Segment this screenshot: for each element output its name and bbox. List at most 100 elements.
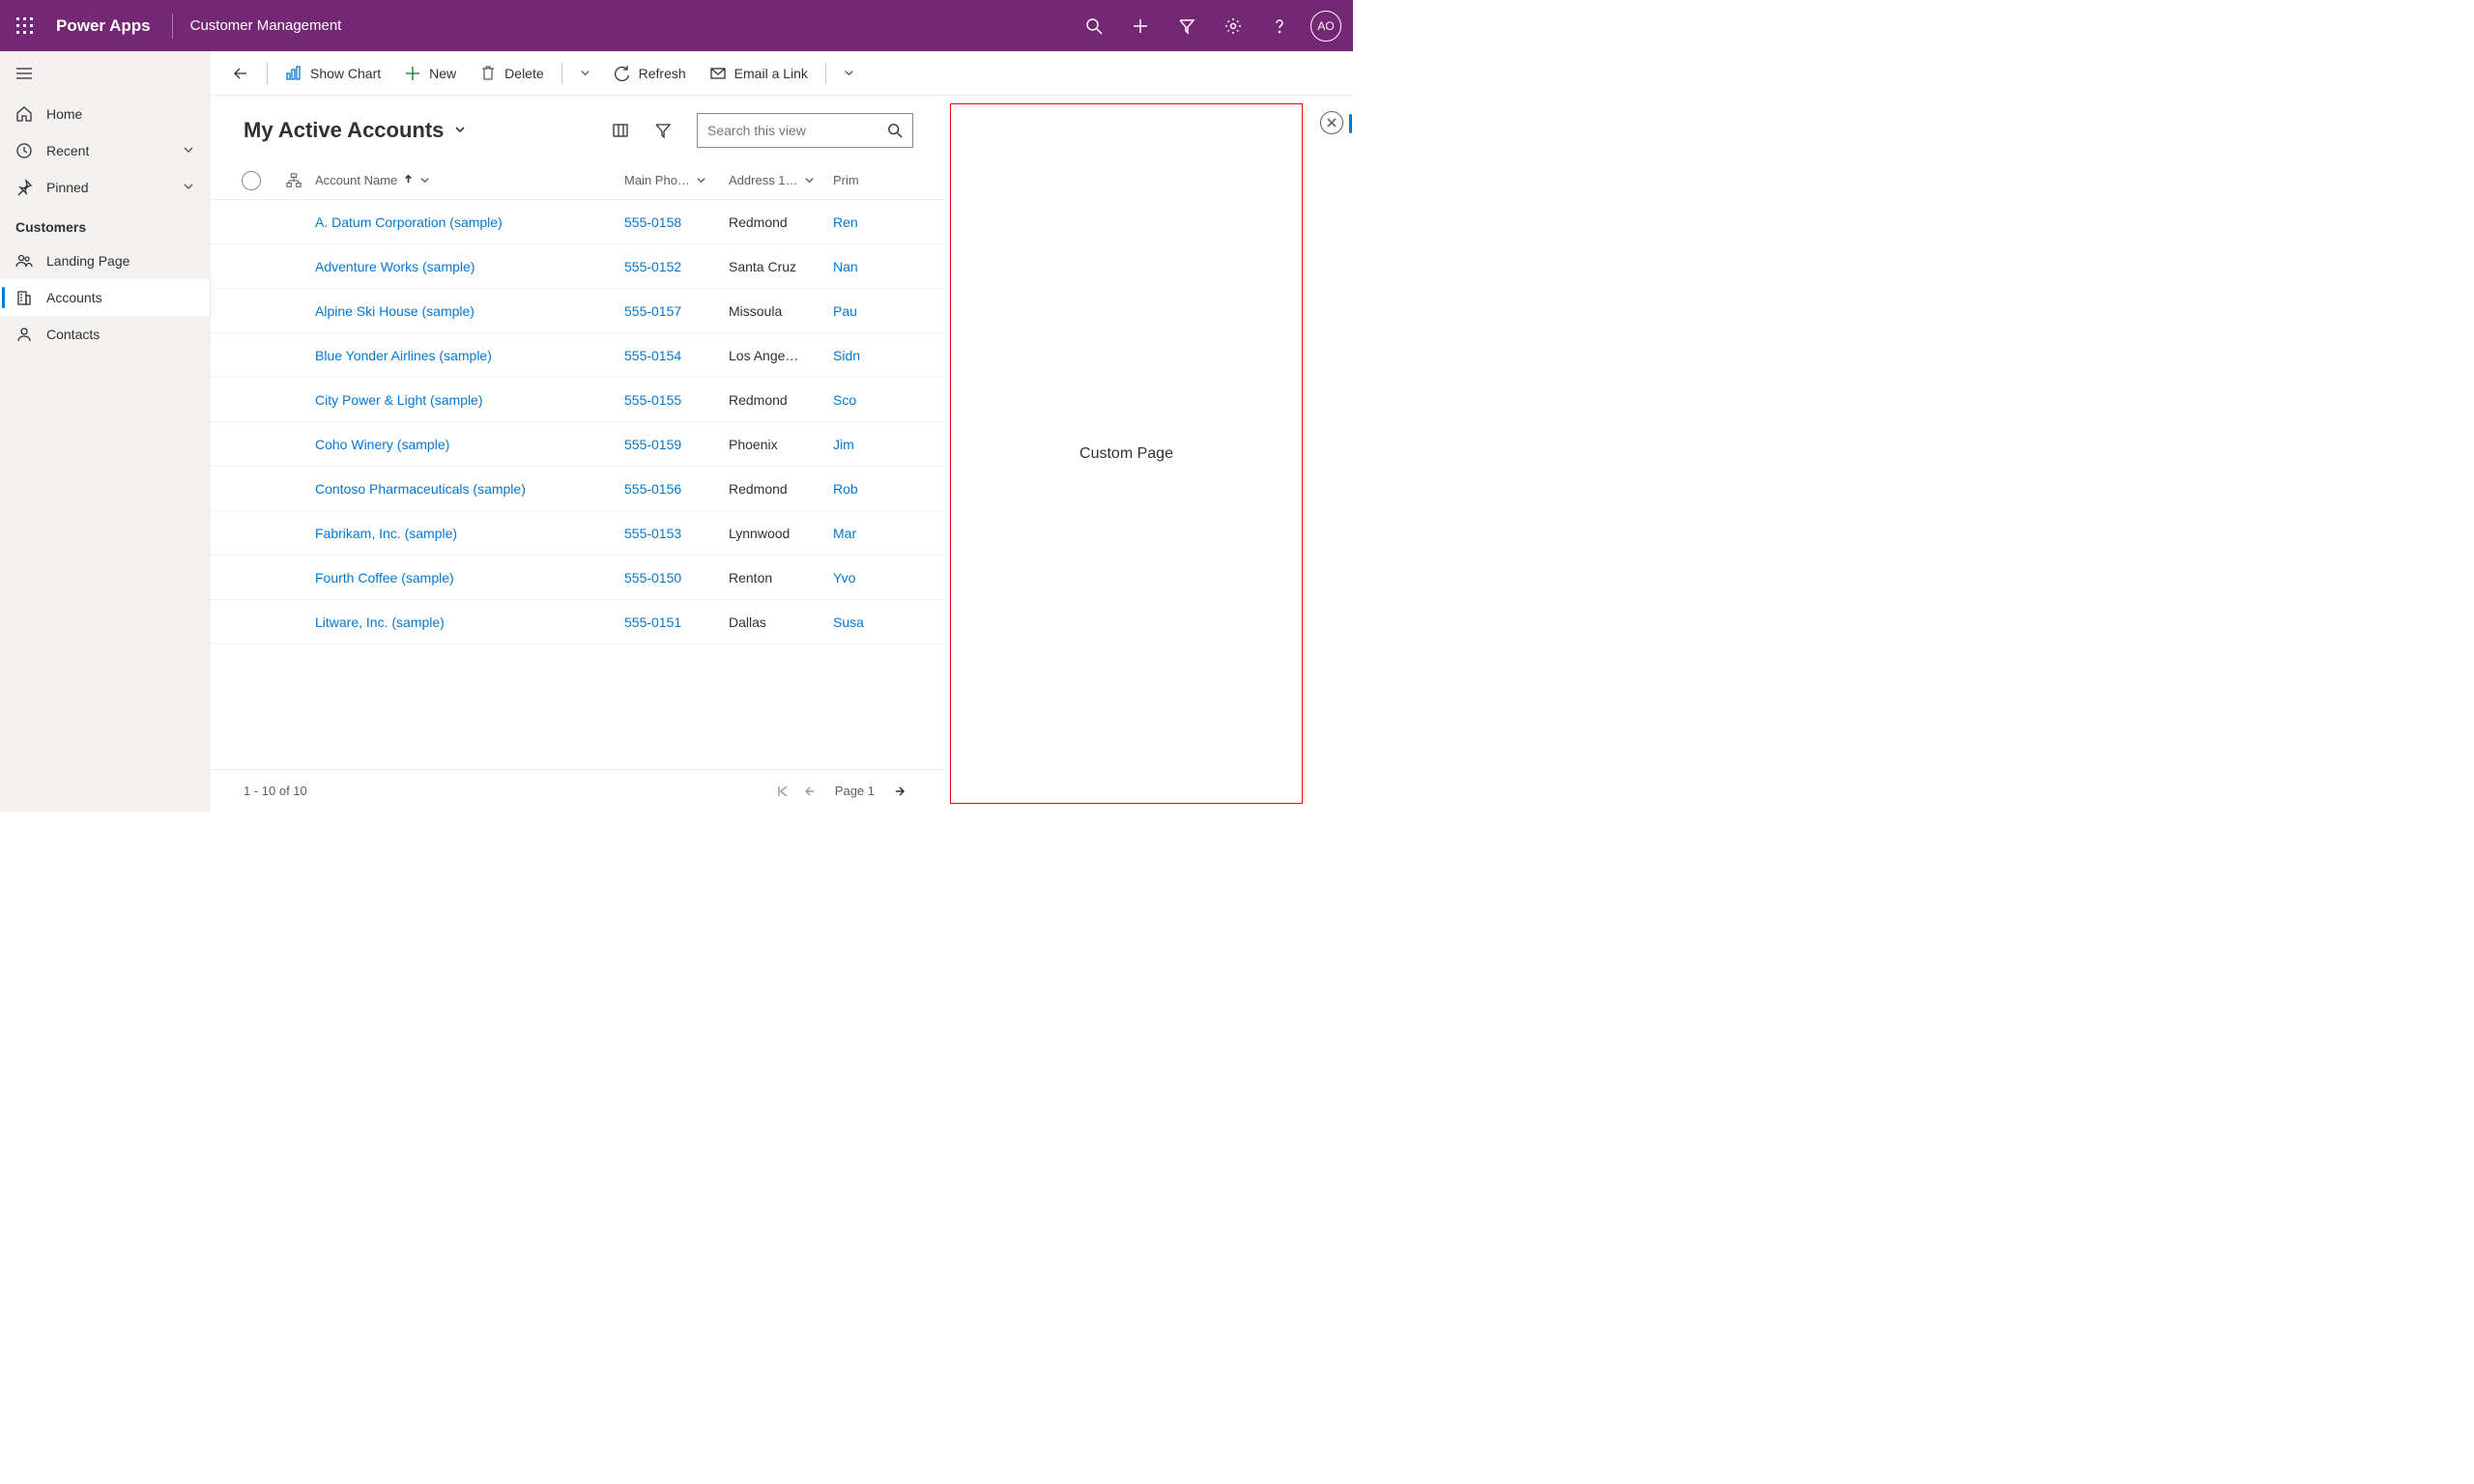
primary-contact-link[interactable]: Pau bbox=[833, 303, 857, 319]
show-chart-button[interactable]: Show Chart bbox=[275, 56, 390, 91]
delete-button[interactable]: Delete bbox=[470, 56, 553, 91]
address-cell: Phoenix bbox=[729, 437, 833, 452]
account-name-link[interactable]: Adventure Works (sample) bbox=[315, 259, 475, 274]
primary-contact-link[interactable]: Nan bbox=[833, 259, 858, 274]
column-header-primary[interactable]: Prim bbox=[833, 173, 913, 187]
avatar[interactable]: AO bbox=[1310, 11, 1341, 42]
sidebar-item-label: Contacts bbox=[46, 327, 194, 342]
column-header-address[interactable]: Address 1… bbox=[729, 173, 833, 187]
sidebar-item-accounts[interactable]: Accounts bbox=[0, 279, 210, 316]
phone-link[interactable]: 555-0151 bbox=[624, 614, 681, 630]
back-button[interactable] bbox=[222, 56, 259, 91]
address-cell: Renton bbox=[729, 570, 833, 585]
select-all-checkbox[interactable] bbox=[242, 171, 261, 190]
phone-link[interactable]: 555-0158 bbox=[624, 214, 681, 230]
account-name-link[interactable]: Litware, Inc. (sample) bbox=[315, 614, 445, 630]
hierarchy-icon[interactable] bbox=[273, 173, 315, 188]
sidebar-item-pinned[interactable]: Pinned bbox=[0, 169, 210, 206]
account-name-link[interactable]: Coho Winery (sample) bbox=[315, 437, 449, 452]
table-row[interactable]: Alpine Ski House (sample)555-0157Missoul… bbox=[211, 289, 946, 333]
sidebar-item-label: Accounts bbox=[46, 290, 194, 305]
overflow-button[interactable] bbox=[1305, 56, 1341, 91]
phone-link[interactable]: 555-0157 bbox=[624, 303, 681, 319]
primary-contact-link[interactable]: Susa bbox=[833, 614, 864, 630]
side-panel: Custom Page bbox=[950, 103, 1303, 804]
table-row[interactable]: A. Datum Corporation (sample) 555-0158 Red… bbox=[211, 200, 946, 244]
close-panel-button[interactable] bbox=[1320, 111, 1343, 134]
account-name-link[interactable]: A. Datum Corporation (sample) bbox=[315, 214, 503, 230]
refresh-button[interactable]: Refresh bbox=[604, 56, 696, 91]
chevron-down-icon bbox=[183, 143, 194, 158]
edit-columns-button[interactable] bbox=[604, 114, 637, 147]
primary-contact-link[interactable]: Rob bbox=[833, 481, 858, 497]
filter-button[interactable] bbox=[647, 114, 679, 147]
home-icon bbox=[15, 105, 33, 123]
hamburger-icon[interactable] bbox=[0, 51, 210, 96]
table-row[interactable]: Contoso Pharmaceuticals (sample) 555-0156… bbox=[211, 467, 946, 511]
table-row[interactable]: Coho Winery (sample) 555-0159 PhoenixJim bbox=[211, 422, 946, 467]
sidebar-item-landing-page[interactable]: Landing Page bbox=[0, 243, 210, 279]
record-count: 1 - 10 of 10 bbox=[244, 784, 307, 798]
table-row[interactable]: Fourth Coffee (sample) 555-0150 RentonYvo bbox=[211, 556, 946, 600]
account-name-link[interactable]: Contoso Pharmaceuticals (sample) bbox=[315, 481, 526, 497]
phone-link[interactable]: 555-0159 bbox=[624, 437, 681, 452]
building-icon bbox=[15, 289, 33, 306]
settings-icon[interactable] bbox=[1210, 3, 1256, 49]
chevron-down-icon bbox=[183, 180, 194, 195]
email-dropdown[interactable] bbox=[834, 56, 864, 91]
search-input[interactable] bbox=[707, 123, 887, 138]
phone-link[interactable]: 555-0154 bbox=[624, 348, 681, 363]
phone-link[interactable]: 555-0152 bbox=[624, 259, 681, 274]
view-selector-dropdown[interactable] bbox=[453, 123, 467, 139]
sidebar-group-customers: Customers bbox=[0, 206, 210, 243]
help-icon[interactable] bbox=[1256, 3, 1303, 49]
add-icon[interactable] bbox=[1117, 3, 1164, 49]
table-row[interactable]: City Power & Light (sample) 555-0155 Redmo… bbox=[211, 378, 946, 422]
filter-icon[interactable] bbox=[1164, 3, 1210, 49]
address-cell: Redmond bbox=[729, 214, 833, 230]
primary-contact-link[interactable]: Yvo bbox=[833, 570, 855, 585]
sidebar-item-recent[interactable]: Recent bbox=[0, 132, 210, 169]
account-name-link[interactable]: Blue Yonder Airlines (sample) bbox=[315, 348, 492, 363]
next-page-button[interactable] bbox=[886, 778, 913, 805]
search-icon[interactable] bbox=[1071, 3, 1117, 49]
column-header-phone[interactable]: Main Pho… bbox=[624, 173, 729, 187]
email-link-button[interactable]: Email a Link bbox=[700, 56, 818, 91]
account-name-link[interactable]: City Power & Light (sample) bbox=[315, 392, 483, 408]
search-box[interactable] bbox=[697, 113, 913, 148]
phone-link[interactable]: 555-0153 bbox=[624, 526, 681, 541]
email-link-label: Email a Link bbox=[734, 66, 808, 81]
refresh-label: Refresh bbox=[639, 66, 686, 81]
primary-contact-link[interactable]: Ren bbox=[833, 214, 858, 230]
first-page-button[interactable] bbox=[769, 778, 796, 805]
grid-footer: 1 - 10 of 10 Page 1 bbox=[211, 769, 946, 812]
new-button[interactable]: New bbox=[394, 56, 466, 91]
primary-contact-link[interactable]: Jim bbox=[833, 437, 854, 452]
account-name-link[interactable]: Fabrikam, Inc. (sample) bbox=[315, 526, 457, 541]
table-row[interactable]: Fabrikam, Inc. (sample)555-0153LynnwoodM… bbox=[211, 511, 946, 556]
table-row[interactable]: Adventure Works (sample)555-0152Santa Cr… bbox=[211, 244, 946, 289]
phone-link[interactable]: 555-0155 bbox=[624, 392, 681, 408]
primary-contact-link[interactable]: Sco bbox=[833, 392, 856, 408]
table-row[interactable]: Litware, Inc. (sample)555-0151DallasSusa bbox=[211, 600, 946, 644]
column-header-name[interactable]: Account Name bbox=[315, 173, 624, 187]
more-icon bbox=[1314, 65, 1332, 82]
delete-label: Delete bbox=[504, 66, 543, 81]
sidebar-item-contacts[interactable]: Contacts bbox=[0, 316, 210, 353]
sidebar-item-label: Recent bbox=[46, 143, 169, 158]
phone-link[interactable]: 555-0150 bbox=[624, 570, 681, 585]
person-icon bbox=[15, 326, 33, 343]
waffle-icon[interactable] bbox=[12, 13, 39, 40]
table-row[interactable]: Blue Yonder Airlines (sample)555-0154Los… bbox=[211, 333, 946, 378]
primary-contact-link[interactable]: Sidn bbox=[833, 348, 860, 363]
phone-link[interactable]: 555-0156 bbox=[624, 481, 681, 497]
account-name-link[interactable]: Alpine Ski House (sample) bbox=[315, 303, 475, 319]
app-name-label: Customer Management bbox=[190, 17, 342, 34]
account-name-link[interactable]: Fourth Coffee (sample) bbox=[315, 570, 454, 585]
address-cell: Redmond bbox=[729, 392, 833, 408]
delete-dropdown[interactable] bbox=[570, 56, 600, 91]
sidebar-item-home[interactable]: Home bbox=[0, 96, 210, 132]
prev-page-button[interactable] bbox=[796, 778, 823, 805]
primary-contact-link[interactable]: Mar bbox=[833, 526, 856, 541]
grid-header: Account Name Main Pho… Address 1… bbox=[211, 161, 946, 200]
